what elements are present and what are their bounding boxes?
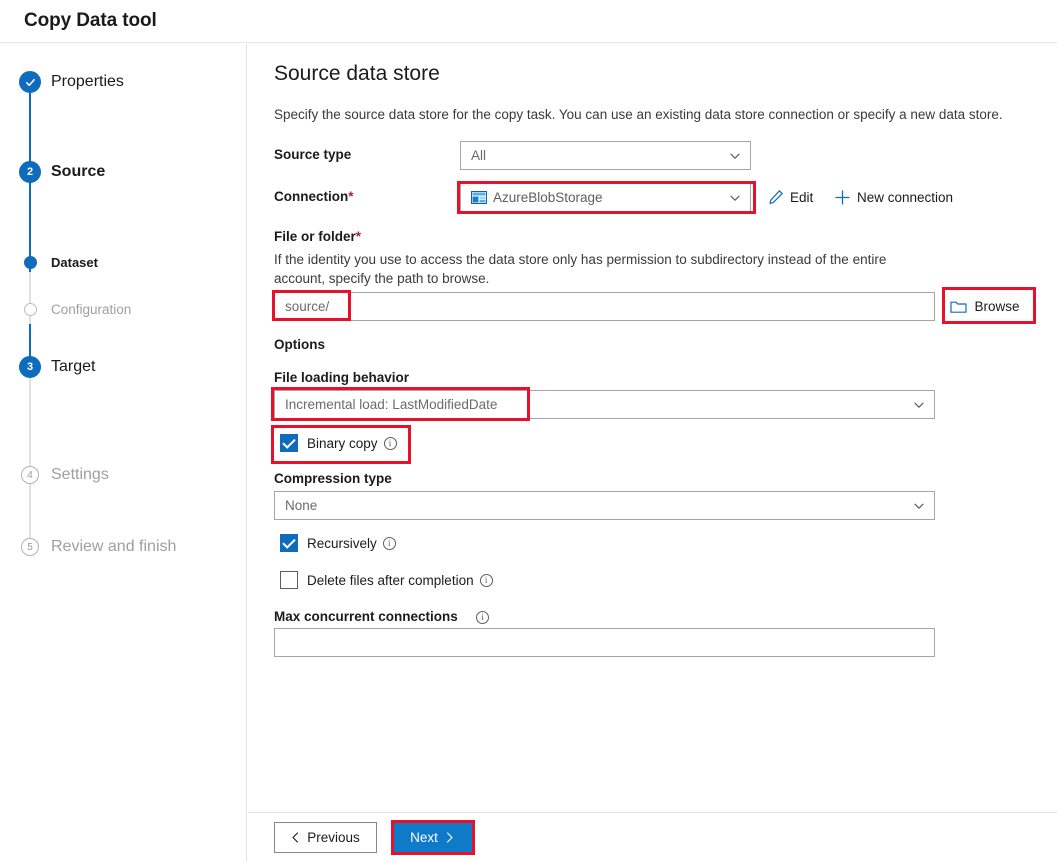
file-or-folder-helper-text: If the identity you use to access the da… <box>274 252 887 286</box>
file-or-folder-value: source/ <box>285 299 330 314</box>
chevron-down-icon <box>729 192 741 204</box>
delete-files-after-completion-label: Delete files after completion <box>307 572 474 588</box>
browse-button-label: Browse <box>974 299 1020 314</box>
page-description: Specify the source data store for the co… <box>274 107 1003 122</box>
window-title: Copy Data tool <box>24 10 157 31</box>
file-loading-behavior-value: Incremental load: LastModifiedDate <box>285 397 498 412</box>
sidebar-label-configuration: Configuration <box>51 301 132 317</box>
azure-blob-storage-icon <box>471 191 487 204</box>
step-number-settings: 4 <box>27 469 33 481</box>
pencil-icon <box>768 189 784 205</box>
sidebar-item-dataset[interactable]: Dataset <box>0 247 247 277</box>
chevron-down-icon <box>913 500 925 512</box>
file-or-folder-label: File or folder* <box>274 229 361 244</box>
sidebar-item-review-and-finish[interactable]: 5 Review and finish <box>0 532 247 562</box>
file-loading-behavior-select[interactable]: Incremental load: LastModifiedDate <box>274 390 935 419</box>
connection-select[interactable]: AzureBlobStorage <box>460 183 751 212</box>
step-marker-configuration <box>24 303 37 316</box>
page-title: Source data store <box>274 62 440 85</box>
chevron-down-icon <box>913 399 925 411</box>
recursively-checkbox-row[interactable]: Recursively i <box>280 534 396 552</box>
sidebar-item-configuration[interactable]: Configuration <box>0 294 247 324</box>
connection-label-text: Connection <box>274 189 349 204</box>
sidebar-label-properties: Properties <box>51 73 124 90</box>
delete-files-checkbox-row[interactable]: Delete files after completion i <box>280 571 493 589</box>
max-concurrent-connections-label: Max concurrent connections <box>274 609 458 624</box>
compression-type-label: Compression type <box>274 471 392 486</box>
sidebar-item-settings[interactable]: 4 Settings <box>0 460 247 490</box>
file-or-folder-required-marker: * <box>355 229 362 244</box>
window-titlebar: Copy Data tool <box>0 0 1057 43</box>
step-marker-review: 5 <box>21 538 39 556</box>
sidebar-label-settings: Settings <box>51 466 109 483</box>
step-number-target: 3 <box>26 360 34 373</box>
options-heading: Options <box>274 337 325 352</box>
delete-files-after-completion-checkbox[interactable] <box>280 571 298 589</box>
step-marker-dataset <box>24 256 37 269</box>
connection-required-marker: * <box>348 189 354 204</box>
folder-icon <box>950 299 968 314</box>
sidebar-item-source[interactable]: 2 Source <box>0 157 247 187</box>
max-concurrent-connections-input[interactable] <box>274 628 935 657</box>
compression-type-select[interactable]: None <box>274 491 935 520</box>
binary-copy-checkbox-row[interactable]: Binary copy i <box>280 434 397 452</box>
chevron-down-icon <box>729 150 741 162</box>
connection-label: Connection* <box>274 189 354 204</box>
source-data-store-panel: Source data store Specify the source dat… <box>248 44 1057 861</box>
copy-data-tool-window: Copy Data tool Properties 2 Source Datas… <box>0 0 1057 861</box>
file-or-folder-input[interactable]: source/ <box>274 292 935 321</box>
previous-button-label: Previous <box>307 830 360 845</box>
sidebar-item-properties[interactable]: Properties <box>0 67 247 97</box>
step-number-source: 2 <box>26 165 34 178</box>
wizard-footer: Previous Next <box>248 812 1057 861</box>
recursively-checkbox[interactable] <box>280 534 298 552</box>
recursively-label: Recursively <box>307 535 377 551</box>
step-marker-target: 3 <box>19 356 41 378</box>
info-icon[interactable]: i <box>383 436 397 450</box>
step-marker-source: 2 <box>19 161 41 183</box>
sidebar-label-dataset: Dataset <box>51 254 98 270</box>
wizard-step-rail: Properties 2 Source Dataset Configuratio… <box>0 44 247 861</box>
binary-copy-label: Binary copy <box>307 435 378 451</box>
new-connection-label: New connection <box>857 190 954 205</box>
connection-value: AzureBlobStorage <box>493 190 603 205</box>
step-marker-properties <box>19 71 41 93</box>
sidebar-label-source: Source <box>51 163 106 180</box>
source-type-value: All <box>471 148 487 163</box>
sidebar-item-target[interactable]: 3 Target <box>0 352 247 382</box>
sidebar-label-review-and-finish: Review and finish <box>51 538 177 555</box>
next-button[interactable]: Next <box>392 822 472 853</box>
source-type-label: Source type <box>274 147 352 162</box>
info-icon[interactable]: i <box>479 573 493 587</box>
next-button-label: Next <box>410 830 438 845</box>
compression-type-value: None <box>285 498 318 513</box>
source-type-select[interactable]: All <box>460 141 751 170</box>
edit-connection-button[interactable]: Edit <box>768 189 813 205</box>
sidebar-label-target: Target <box>51 358 96 375</box>
info-icon[interactable]: i <box>476 611 489 624</box>
file-loading-behavior-label: File loading behavior <box>274 370 410 385</box>
step-number-review: 5 <box>27 541 33 553</box>
new-connection-button[interactable]: New connection <box>834 189 953 206</box>
plus-icon <box>834 189 851 206</box>
binary-copy-checkbox[interactable] <box>280 434 298 452</box>
previous-button[interactable]: Previous <box>274 822 377 853</box>
edit-connection-label: Edit <box>790 189 814 205</box>
browse-button[interactable]: Browse <box>942 292 1028 321</box>
info-icon[interactable]: i <box>382 536 396 550</box>
file-or-folder-label-text: File or folder <box>274 229 356 244</box>
step-marker-settings: 4 <box>21 466 39 484</box>
